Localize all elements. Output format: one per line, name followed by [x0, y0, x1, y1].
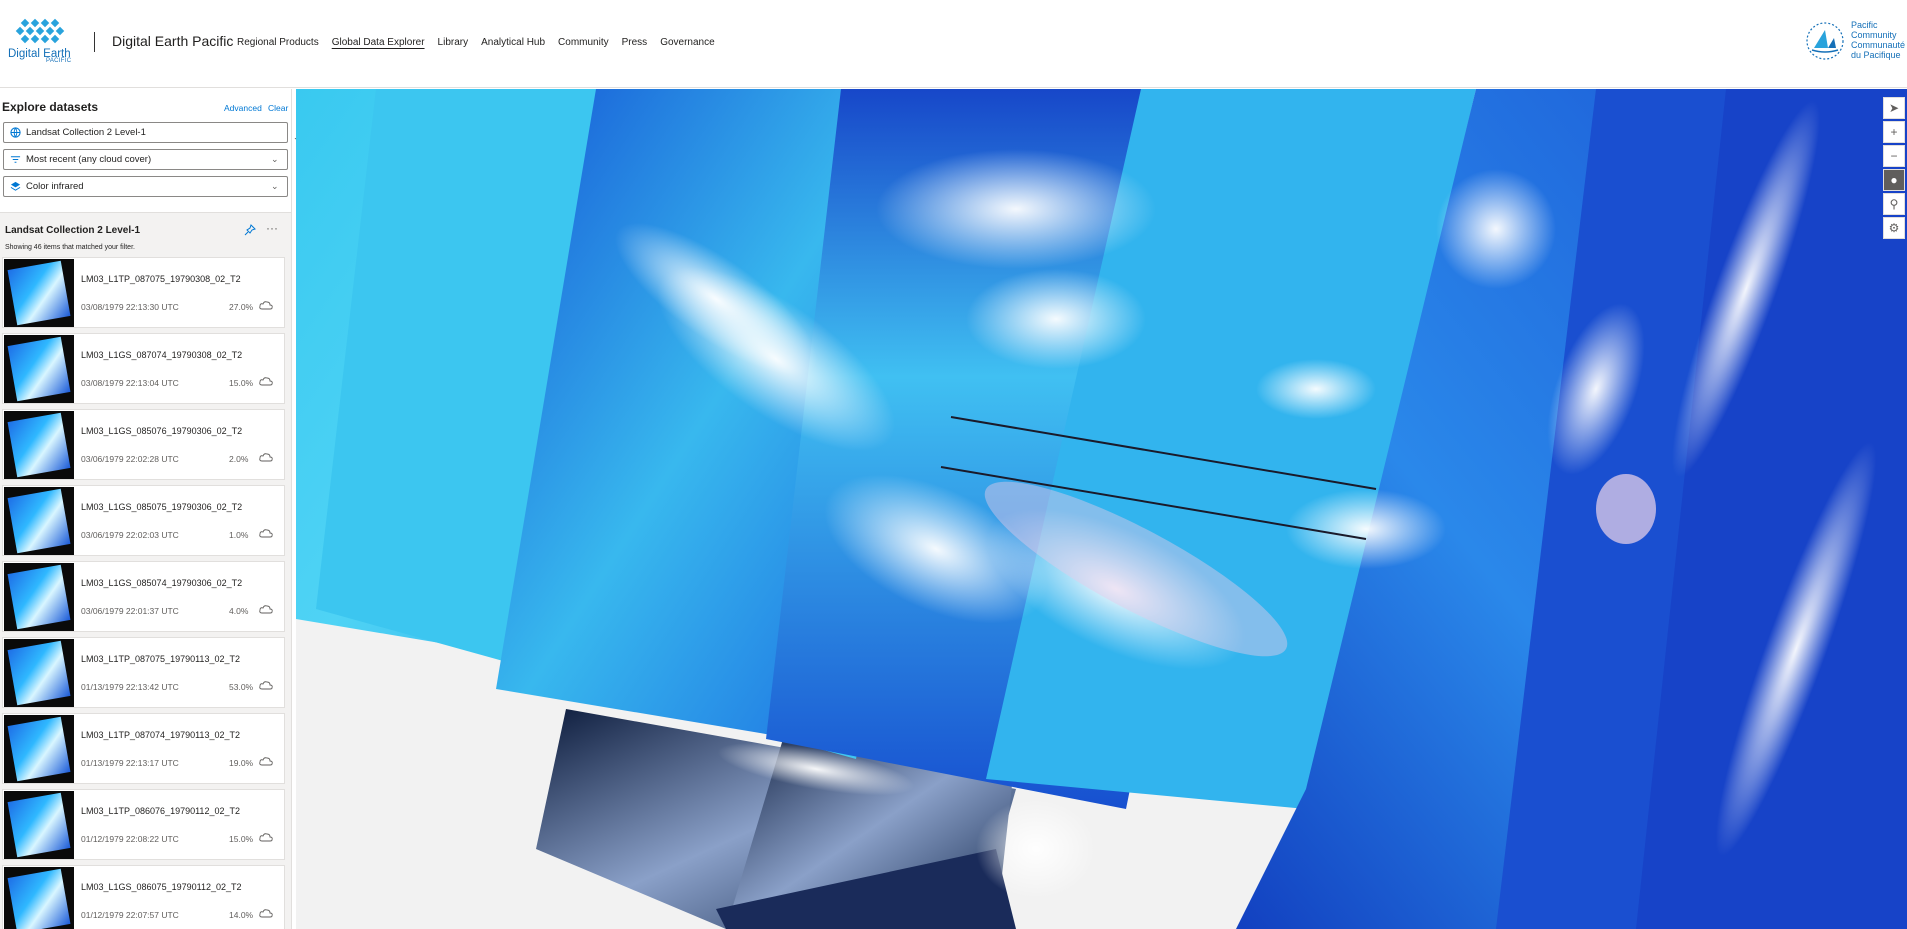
zoom-in-icon[interactable]: + [1883, 121, 1905, 143]
list-item[interactable]: LM03_L1GS_085075_19790306_02_T2 03/06/197… [2, 485, 285, 556]
item-title: LM03_L1GS_085074_19790306_02_T2 [81, 578, 243, 588]
filter-dropdown[interactable]: Most recent (any cloud cover) ⌄ [3, 149, 288, 170]
item-cloud-cover: 53.0% [229, 682, 254, 692]
render-label: Color infrared [26, 181, 84, 192]
zoom-out-icon[interactable]: − [1883, 145, 1905, 167]
list-item[interactable]: LM03_L1GS_085076_19790306_02_T2 03/06/197… [2, 409, 285, 480]
nav-regional-products[interactable]: Regional Products [237, 37, 319, 48]
site-title[interactable]: Digital Earth Pacific [112, 33, 233, 49]
chevron-down-icon: ⌄ [271, 181, 279, 191]
header-divider [94, 32, 95, 52]
item-title: LM03_L1TP_087075_19790308_02_T2 [81, 274, 241, 284]
sidebar: Explore datasets Advanced Clear Landsat … [0, 89, 292, 929]
settings-icon[interactable]: ⚙ [1883, 217, 1905, 239]
item-date: 03/08/1979 22:13:30 UTC [81, 302, 179, 312]
cloud-icon [259, 529, 273, 538]
results-list: LM03_L1TP_087075_19790308_02_T2 03/08/197… [2, 257, 285, 929]
more-options-icon[interactable]: ··· [266, 221, 278, 235]
nav-global-data-explorer[interactable]: Global Data Explorer [332, 37, 425, 48]
scene-thumbnail [4, 411, 74, 479]
partner-text: Pacific Community Communauté du Pacifiqu… [1851, 20, 1906, 60]
item-cloud-cover: 15.0% [229, 378, 254, 388]
scene-thumbnail [4, 487, 74, 555]
dataset-label: Landsat Collection 2 Level-1 [26, 127, 146, 138]
scene-thumbnail [4, 563, 74, 631]
cloud-icon [259, 909, 273, 918]
list-item[interactable]: LM03_L1TP_086076_19790112_02_T2 01/12/197… [2, 789, 285, 860]
nav-governance[interactable]: Governance [660, 37, 714, 48]
results-panel: Landsat Collection 2 Level-1 Showing 46 … [0, 212, 291, 929]
list-item[interactable]: LM03_L1TP_087075_19790113_02_T2 01/13/197… [2, 637, 285, 708]
compass-icon[interactable]: ➤ [1883, 97, 1905, 119]
cloud-icon [259, 301, 273, 310]
scene-thumbnail [4, 259, 74, 327]
item-date: 03/06/1979 22:01:37 UTC [81, 606, 179, 616]
item-cloud-cover: 2.0% [229, 454, 249, 464]
scene-thumbnail [4, 791, 74, 859]
layers-icon [4, 181, 26, 192]
filter-label: Most recent (any cloud cover) [26, 154, 152, 165]
item-cloud-cover: 1.0% [229, 530, 249, 540]
scene-thumbnail [4, 639, 74, 707]
cloud-icon [259, 681, 273, 690]
item-cloud-cover: 19.0% [229, 758, 254, 768]
list-item[interactable]: LM03_L1GS_085074_19790306_02_T2 03/06/197… [2, 561, 285, 632]
pacific-community-logo-icon[interactable] [1804, 20, 1846, 62]
cloud-icon [259, 833, 273, 842]
scene-thumbnail [4, 335, 74, 403]
nav-library[interactable]: Library [438, 37, 469, 48]
results-count: Showing 46 items that matched your filte… [5, 244, 135, 251]
map-view[interactable] [296, 89, 1907, 929]
filter-icon [4, 154, 26, 165]
item-title: LM03_L1GS_085076_19790306_02_T2 [81, 426, 243, 436]
explore-title: Explore datasets [2, 100, 99, 114]
map-controls: ➤ + − ● ⚲ ⚙ [1883, 97, 1905, 239]
item-cloud-cover: 27.0% [229, 302, 254, 312]
item-cloud-cover: 4.0% [229, 606, 249, 616]
item-title: LM03_L1GS_087074_19790308_02_T2 [81, 350, 243, 360]
nav-analytical-hub[interactable]: Analytical Hub [481, 37, 545, 48]
item-title: LM03_L1TP_086076_19790112_02_T2 [81, 806, 240, 816]
results-title: Landsat Collection 2 Level-1 [5, 225, 141, 236]
render-dropdown[interactable]: Color infrared ⌄ [3, 176, 288, 197]
cloud-icon [259, 377, 273, 386]
list-item[interactable]: LM03_L1TP_087074_19790113_02_T2 01/13/197… [2, 713, 285, 784]
cloud-icon [259, 605, 273, 614]
item-cloud-cover: 15.0% [229, 834, 254, 844]
list-item[interactable]: LM03_L1GS_086075_19790112_02_T2 01/12/197… [2, 865, 285, 929]
item-date: 03/06/1979 22:02:28 UTC [81, 454, 179, 464]
satellite-mosaic [296, 89, 1907, 929]
scene-thumbnail [4, 867, 74, 929]
nav-press[interactable]: Press [622, 37, 648, 48]
list-item[interactable]: LM03_L1GS_087074_19790308_02_T2 03/08/197… [2, 333, 285, 404]
item-title: LM03_L1TP_087074_19790113_02_T2 [81, 730, 240, 740]
search-icon[interactable]: ⚲ [1883, 193, 1905, 215]
scene-thumbnail [4, 715, 74, 783]
logo-subtext: PACIFIC [46, 58, 72, 64]
item-title: LM03_L1TP_087075_19790113_02_T2 [81, 654, 240, 664]
globe-icon [4, 127, 26, 138]
main-nav: Regional Products Global Data Explorer L… [237, 37, 715, 48]
advanced-link[interactable]: Advanced [224, 103, 262, 113]
layers-icon[interactable]: ● [1883, 169, 1905, 191]
item-title: LM03_L1GS_086075_19790112_02_T2 [81, 882, 242, 892]
item-date: 01/13/1979 22:13:42 UTC [81, 682, 179, 692]
pin-icon[interactable] [244, 224, 256, 236]
dataset-selector[interactable]: Landsat Collection 2 Level-1 [3, 122, 288, 143]
chevron-down-icon: ⌄ [271, 154, 279, 164]
nav-community[interactable]: Community [558, 37, 609, 48]
item-date: 01/12/1979 22:08:22 UTC [81, 834, 179, 844]
item-cloud-cover: 14.0% [229, 910, 254, 920]
cloud-icon [259, 757, 273, 766]
site-header: Digital Earth PACIFIC Digital Earth Paci… [0, 0, 1907, 88]
item-date: 01/12/1979 22:07:57 UTC [81, 910, 179, 920]
item-title: LM03_L1GS_085075_19790306_02_T2 [81, 502, 243, 512]
item-date: 01/13/1979 22:13:17 UTC [81, 758, 179, 768]
item-date: 03/08/1979 22:13:04 UTC [81, 378, 179, 388]
cloud-icon [259, 453, 273, 462]
list-item[interactable]: LM03_L1TP_087075_19790308_02_T2 03/08/197… [2, 257, 285, 328]
clear-link[interactable]: Clear [268, 103, 288, 113]
item-date: 03/06/1979 22:02:03 UTC [81, 530, 179, 540]
